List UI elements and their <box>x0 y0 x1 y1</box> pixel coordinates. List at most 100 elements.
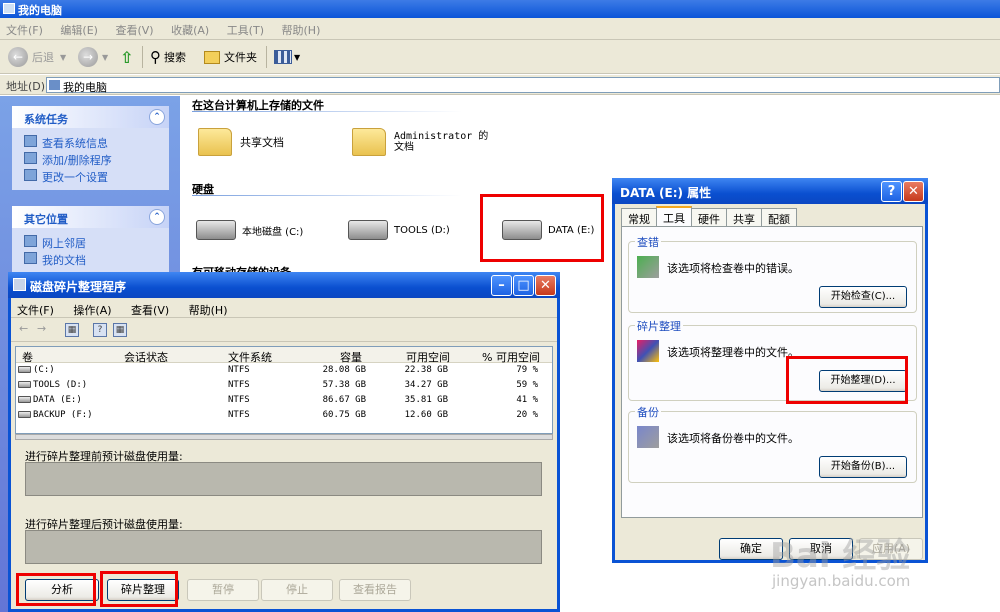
explorer-title: 我的电脑 <box>18 4 62 17</box>
volume-capacity: 60.75 GB <box>322 410 366 420</box>
menu-help[interactable]: 帮助(H) <box>189 304 228 317</box>
tab-tools[interactable]: 工具 <box>656 206 692 226</box>
menu-view[interactable]: 查看(V) <box>115 24 153 37</box>
defrag-menubar: 文件(F) 操作(A) 查看(V) 帮助(H) <box>11 298 557 318</box>
properties-icon[interactable]: ▦ <box>113 323 127 337</box>
defrag-text: 该选项将整理卷中的文件。 <box>667 346 799 359</box>
close-button[interactable]: ✕ <box>903 181 924 202</box>
collapse-chevron-icon[interactable]: ⌃ <box>149 209 165 225</box>
close-button[interactable]: ✕ <box>535 275 556 296</box>
drive-c[interactable]: 本地磁盘 (C:) <box>196 220 303 240</box>
network-places-link[interactable]: 网上邻居 <box>12 232 169 250</box>
volume-pct: 59 % <box>516 380 538 390</box>
menu-action[interactable]: 操作(A) <box>73 304 111 317</box>
my-documents-link[interactable]: 我的文档 <box>12 249 169 267</box>
hard-drive-icon <box>348 220 388 240</box>
volume-fs: NTFS <box>228 365 250 375</box>
volume-list-header: 卷 会话状态 文件系统 容量 可用空间 % 可用空间 <box>16 347 552 364</box>
search-icon: ⚲ <box>150 48 161 66</box>
menu-edit[interactable]: 编辑(E) <box>60 24 98 37</box>
backup-icon <box>637 426 659 448</box>
folder-icon <box>352 128 386 156</box>
help-icon[interactable]: ? <box>93 323 107 337</box>
admin-documents-folder[interactable]: Administrator 的文档 <box>352 128 494 156</box>
tab-sharing[interactable]: 共享 <box>726 208 762 226</box>
up-folder-button[interactable]: ⇧ <box>120 47 133 67</box>
menu-tools[interactable]: 工具(T) <box>227 24 264 37</box>
defrag-title: 磁盘碎片整理程序 <box>30 280 127 294</box>
highlight-defragment <box>100 571 178 607</box>
tab-general[interactable]: 常规 <box>621 208 657 226</box>
forward-arrow-icon[interactable]: → <box>37 322 46 335</box>
view-report-button[interactable]: 查看报告 <box>339 579 411 601</box>
volume-name: (C:) <box>18 365 55 375</box>
defrag-app-icon <box>13 278 26 291</box>
drive-d[interactable]: TOOLS (D:) <box>348 220 450 240</box>
volume-capacity: 57.38 GB <box>322 380 366 390</box>
volume-row-e[interactable]: DATA (E:) NTFS 86.67 GB 35.81 GB 41 % <box>16 393 552 408</box>
volume-row-f[interactable]: BACKUP (F:) NTFS 60.75 GB 12.60 GB 20 % <box>16 408 552 423</box>
start-check-button[interactable]: 开始检查(C)... <box>819 286 907 308</box>
search-label: 搜索 <box>164 51 186 64</box>
volume-capacity: 86.67 GB <box>322 395 366 405</box>
defrag-legend: 碎片整理 <box>635 318 683 334</box>
menu-help[interactable]: 帮助(H) <box>282 24 321 37</box>
hard-drive-icon <box>18 381 31 388</box>
help-button[interactable]: ? <box>881 181 902 202</box>
back-arrow-icon[interactable]: ← <box>19 322 28 335</box>
folder-icon <box>204 50 220 64</box>
minimize-button[interactable]: – <box>491 275 512 296</box>
volume-free: 34.27 GB <box>404 380 448 390</box>
volume-free: 22.38 GB <box>404 365 448 375</box>
menu-favorites[interactable]: 收藏(A) <box>171 24 209 37</box>
stop-button[interactable]: 停止 <box>261 579 333 601</box>
highlight-analyze <box>16 573 96 606</box>
after-usage-display <box>25 530 542 564</box>
forward-arrow-icon: → <box>78 47 98 67</box>
console-tree-icon[interactable]: ▦ <box>65 323 79 337</box>
maximize-button[interactable]: □ <box>513 275 534 296</box>
volume-list: 卷 会话状态 文件系统 容量 可用空间 % 可用空间 (C:) NTFS 28.… <box>15 346 553 434</box>
system-tasks-header[interactable]: 系统任务 ⌃ <box>12 106 169 128</box>
views-button[interactable]: ▼ <box>274 47 300 67</box>
volume-pct: 79 % <box>516 365 538 375</box>
properties-tabs: 常规 工具 硬件 共享 配额 <box>621 206 797 226</box>
view-system-info-link[interactable]: 查看系统信息 <box>12 132 169 150</box>
explorer-toolbar: ← 后退 ▼ → ▼ ⇧ ⚲ 搜索 文件夹 ▼ <box>0 40 1000 74</box>
programs-icon <box>24 152 37 164</box>
collapse-chevron-icon[interactable]: ⌃ <box>149 109 165 125</box>
volume-row-d[interactable]: TOOLS (D:) NTFS 57.38 GB 34.27 GB 59 % <box>16 378 552 393</box>
add-remove-programs-link[interactable]: 添加/删除程序 <box>12 149 169 167</box>
volume-row-c[interactable]: (C:) NTFS 28.08 GB 22.38 GB 79 % <box>16 363 552 378</box>
menu-view[interactable]: 查看(V) <box>131 304 169 317</box>
start-backup-button[interactable]: 开始备份(B)... <box>819 456 907 478</box>
pause-button[interactable]: 暂停 <box>187 579 259 601</box>
drive-d-label: TOOLS (D:) <box>394 224 450 236</box>
properties-title: DATA (E:) 属性 <box>620 186 712 200</box>
views-icon <box>274 50 292 64</box>
baidu-watermark: Bai 经验 <box>770 536 911 576</box>
tab-hardware[interactable]: 硬件 <box>691 208 727 226</box>
dropdown-icon: ▼ <box>102 52 109 62</box>
folder-icon <box>198 128 232 156</box>
system-tasks-title: 系统任务 <box>24 113 68 126</box>
properties-title-bar: DATA (E:) 属性 ? ✕ <box>612 178 928 204</box>
shared-documents-folder[interactable]: 共享文档 <box>198 128 284 156</box>
menu-file[interactable]: 文件(F) <box>6 24 43 37</box>
defrag-toolbar: ← → ▦ ? ▦ <box>11 318 557 342</box>
address-value: 我的电脑 <box>63 81 107 94</box>
my-documents-label: 我的文档 <box>42 254 86 267</box>
back-button[interactable]: ← 后退 ▼ <box>8 47 66 67</box>
horizontal-scrollbar[interactable] <box>15 434 553 440</box>
address-input[interactable]: 我的电脑 <box>46 77 1000 94</box>
volume-free: 35.81 GB <box>404 395 448 405</box>
change-setting-link[interactable]: 更改一个设置 <box>12 166 169 184</box>
folders-button[interactable]: 文件夹 <box>204 47 257 67</box>
volume-fs: NTFS <box>228 395 250 405</box>
tab-quota[interactable]: 配额 <box>761 208 797 226</box>
forward-button[interactable]: → ▼ <box>78 47 108 67</box>
my-computer-icon <box>3 3 15 14</box>
other-places-header[interactable]: 其它位置 ⌃ <box>12 206 169 228</box>
search-button[interactable]: ⚲ 搜索 <box>150 47 186 67</box>
menu-file[interactable]: 文件(F) <box>17 304 54 317</box>
